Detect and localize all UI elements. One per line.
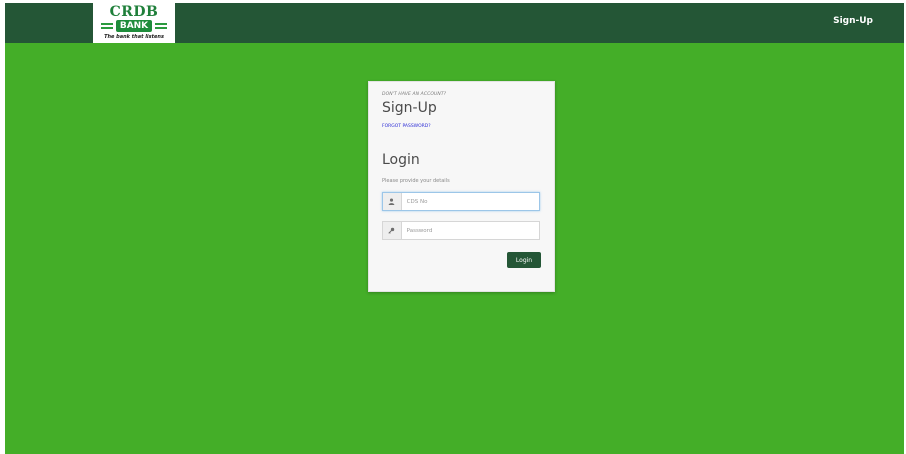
signup-heading-link[interactable]: Sign-Up [382, 100, 437, 116]
user-icon [383, 193, 402, 210]
cds-number-input[interactable] [401, 193, 539, 210]
top-navbar: CRDB BANK The bank that listens Sign-Up [5, 3, 904, 43]
crdb-bank-logo[interactable]: CRDB BANK The bank that listens [93, 3, 175, 43]
logo-bank-text: BANK [115, 20, 153, 32]
login-button[interactable]: Login [507, 252, 541, 268]
key-icon [383, 222, 402, 239]
nav-signup-link[interactable]: Sign-Up [833, 16, 873, 26]
no-account-prompt: DON'T HAVE AN ACCOUNT? [382, 92, 447, 97]
login-subtitle: Please provide your details [382, 178, 450, 184]
logo-bank-row: BANK [93, 20, 175, 32]
logo-right-bars [155, 21, 168, 31]
password-input[interactable] [401, 222, 539, 239]
logo-brand-text: CRDB [109, 4, 159, 20]
login-heading: Login [382, 152, 420, 168]
password-field[interactable] [382, 221, 540, 240]
logo-left-bars [100, 21, 113, 31]
forgot-password-link[interactable]: FORGOT PASSWORD? [382, 124, 431, 129]
page-background: CRDB BANK The bank that listens Sign-Up … [5, 3, 904, 454]
logo-tagline: The bank that listens [104, 34, 164, 40]
cds-number-field[interactable] [382, 192, 540, 211]
login-card: DON'T HAVE AN ACCOUNT? Sign-Up FORGOT PA… [368, 81, 555, 292]
